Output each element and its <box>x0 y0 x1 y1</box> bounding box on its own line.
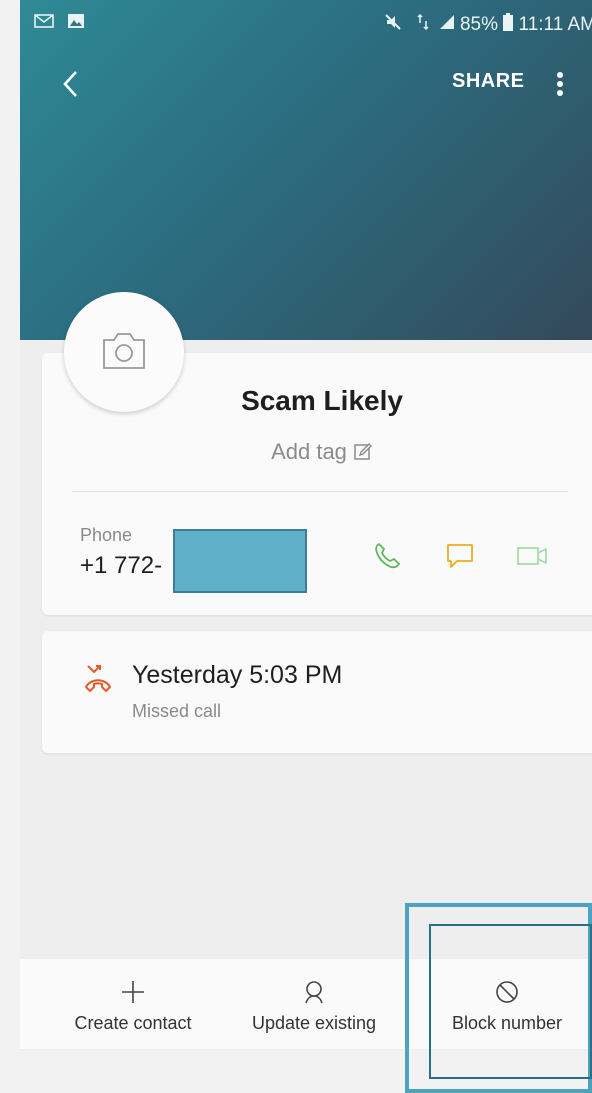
phone-number[interactable]: +1 772- <box>80 552 162 580</box>
back-button[interactable] <box>56 66 86 102</box>
status-left <box>34 13 85 35</box>
call-log-time: Yesterday 5:03 PM <box>132 661 343 689</box>
gallery-icon <box>67 13 85 35</box>
chevron-left-icon <box>63 71 77 97</box>
gmail-icon <box>34 13 54 35</box>
contact-avatar[interactable] <box>64 292 184 412</box>
highlight-inner-border <box>429 924 592 1079</box>
header-background: 85% 11:11 AM SHARE <box>20 0 592 340</box>
more-vert-icon <box>557 72 563 96</box>
video-call-icon <box>517 547 547 565</box>
battery-percent: 85% <box>459 14 498 36</box>
phone-label: Phone <box>80 525 133 545</box>
redaction-box <box>173 529 307 593</box>
create-contact-button[interactable]: Create contact <box>58 959 208 1049</box>
person-icon <box>305 981 323 1004</box>
data-icon <box>417 13 429 37</box>
call-log-status: Missed call <box>132 701 222 721</box>
status-time: 11:11 AM <box>518 14 592 36</box>
call-log-card[interactable]: Yesterday 5:03 PM Missed call <box>42 631 592 753</box>
status-bar: 85% 11:11 AM <box>20 0 592 50</box>
video-call-button[interactable] <box>516 541 547 571</box>
call-icon <box>375 543 400 569</box>
battery-icon <box>503 13 514 37</box>
add-tag-button[interactable]: Add tag <box>42 439 592 465</box>
add-tag-label: Add tag <box>271 439 347 464</box>
camera-icon <box>103 333 145 369</box>
mute-icon <box>384 13 402 37</box>
divider <box>72 491 568 492</box>
signal-icon <box>439 14 455 36</box>
share-button[interactable]: SHARE <box>452 70 525 93</box>
plus-icon <box>122 981 144 1003</box>
update-existing-label: Update existing <box>251 1013 377 1033</box>
message-button[interactable] <box>445 541 475 571</box>
more-options-button[interactable] <box>552 66 568 102</box>
edit-icon <box>354 443 372 460</box>
missed-call-icon <box>84 663 112 700</box>
call-button[interactable] <box>372 541 402 571</box>
status-right: 85% 11:11 AM <box>384 13 592 37</box>
message-icon <box>447 544 473 568</box>
contact-details-screen: 85% 11:11 AM SHARE Scam Likely Add tag P… <box>20 0 592 1050</box>
update-existing-button[interactable]: Update existing <box>234 959 394 1049</box>
create-contact-label: Create contact <box>74 1013 192 1033</box>
